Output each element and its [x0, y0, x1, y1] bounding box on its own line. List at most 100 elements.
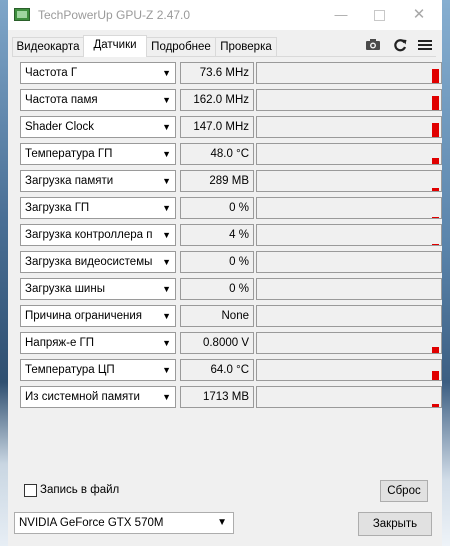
sensor-row: Температура ГП ▼ 48.0 °C [20, 143, 442, 165]
sensor-row: Частота памя ▼ 162.0 MHz [20, 89, 442, 111]
sensor-graph [256, 62, 442, 84]
sensor-graph-bar [432, 371, 439, 380]
chevron-down-icon: ▼ [162, 338, 171, 348]
close-button[interactable]: Закрыть [358, 512, 432, 536]
sensor-name-dropdown[interactable]: Загрузка видеосистемы ▼ [20, 251, 176, 273]
chevron-down-icon: ▼ [162, 284, 171, 294]
sensor-name-label: Из системной памяти [25, 391, 140, 403]
sensor-row: Загрузка видеосистемы ▼ 0 % [20, 251, 442, 273]
sensor-name-label: Причина ограничения [25, 310, 142, 322]
chevron-down-icon: ▼ [162, 311, 171, 321]
gpuz-app-icon [14, 8, 30, 21]
tab-advanced[interactable]: Подробнее [146, 37, 216, 56]
sensor-row: Загрузка памяти ▼ 289 MB [20, 170, 442, 192]
reset-button[interactable]: Сброс [380, 480, 428, 502]
desktop-wallpaper-right [442, 0, 450, 546]
tab-validation[interactable]: Проверка [215, 37, 277, 56]
sensor-value: 147.0 MHz [180, 116, 254, 138]
sensor-value: 162.0 MHz [180, 89, 254, 111]
close-window-button[interactable]: ✕ [404, 4, 434, 26]
sensor-row: Shader Clock ▼ 147.0 MHz [20, 116, 442, 138]
sensor-name-dropdown[interactable]: Из системной памяти ▼ [20, 386, 176, 408]
sensor-graph-bar [432, 123, 439, 137]
sensor-name-label: Загрузка ГП [25, 202, 90, 214]
chevron-down-icon: ▼ [162, 122, 171, 132]
sensor-graph-bar [432, 217, 439, 218]
log-to-file-checkbox[interactable] [24, 484, 37, 497]
sensor-name-dropdown[interactable]: Частота Г ▼ [20, 62, 176, 84]
sensor-row: Загрузка шины ▼ 0 % [20, 278, 442, 300]
sensor-row: Частота Г ▼ 73.6 MHz [20, 62, 442, 84]
sensor-name-dropdown[interactable]: Загрузка памяти ▼ [20, 170, 176, 192]
sensor-graph [256, 170, 442, 192]
sensor-graph-bar [432, 188, 439, 191]
chevron-down-icon: ▼ [162, 230, 171, 240]
sensor-name-label: Напряж-е ГП [25, 337, 95, 349]
gpu-select[interactable]: NVIDIA GeForce GTX 570M ▼ [14, 512, 234, 534]
sensor-name-dropdown[interactable]: Причина ограничения ▼ [20, 305, 176, 327]
sensor-name-dropdown[interactable]: Загрузка контроллера пам. ▼ [20, 224, 176, 246]
sensor-name-dropdown[interactable]: Загрузка ГП ▼ [20, 197, 176, 219]
sensor-value: 4 % [180, 224, 254, 246]
gpuz-window: TechPowerUp GPU-Z 2.47.0 — ✕ Видеокарта … [8, 0, 442, 546]
maximize-icon [373, 10, 385, 22]
chevron-down-icon: ▼ [217, 517, 227, 528]
chevron-down-icon: ▼ [162, 149, 171, 159]
sensor-graph [256, 143, 442, 165]
sensor-row: Загрузка ГП ▼ 0 % [20, 197, 442, 219]
sensor-graph [256, 224, 442, 246]
sensor-value: 289 MB [180, 170, 254, 192]
desktop-wallpaper-left [0, 0, 8, 546]
sensor-value: 0.8000 V [180, 332, 254, 354]
log-to-file-label: Запись в файл [40, 484, 120, 496]
chevron-down-icon: ▼ [162, 365, 171, 375]
sensor-name-dropdown[interactable]: Температура ЦП ▼ [20, 359, 176, 381]
camera-icon[interactable] [364, 36, 382, 54]
sensor-name-label: Shader Clock [25, 121, 95, 133]
sensor-row: Из системной памяти ▼ 1713 MB [20, 386, 442, 408]
chevron-down-icon: ▼ [162, 95, 171, 105]
menu-icon[interactable] [416, 36, 434, 54]
tab-underline [12, 56, 436, 57]
sensor-value: 48.0 °C [180, 143, 254, 165]
sensor-graph-bar [432, 69, 439, 83]
tab-graphics-card[interactable]: Видеокарта [12, 37, 84, 56]
minimize-button[interactable]: — [326, 4, 356, 26]
sensor-name-dropdown[interactable]: Напряж-е ГП ▼ [20, 332, 176, 354]
sensor-name-dropdown[interactable]: Загрузка шины ▼ [20, 278, 176, 300]
sensor-value: 73.6 MHz [180, 62, 254, 84]
sensor-name-dropdown[interactable]: Shader Clock ▼ [20, 116, 176, 138]
bottom-bar: Запись в файл Сброс NVIDIA GeForce GTX 5… [8, 478, 442, 546]
sensor-graph [256, 305, 442, 327]
sensor-name-label: Температура ЦП [25, 364, 115, 376]
sensor-name-label: Загрузка контроллера пам. [25, 229, 153, 241]
sensor-graph [256, 89, 442, 111]
refresh-icon[interactable] [391, 36, 409, 54]
sensor-graph [256, 332, 442, 354]
sensor-row: Причина ограничения ▼ None [20, 305, 442, 327]
sensor-graph-bar [432, 96, 439, 110]
sensor-value: 0 % [180, 197, 254, 219]
sensor-name-label: Частота Г [25, 67, 78, 79]
sensor-name-dropdown[interactable]: Частота памя ▼ [20, 89, 176, 111]
tab-sensors[interactable]: Датчики [83, 35, 147, 57]
chevron-down-icon: ▼ [162, 68, 171, 78]
sensor-row: Температура ЦП ▼ 64.0 °C [20, 359, 442, 381]
sensor-value: None [180, 305, 254, 327]
sensor-name-label: Загрузка видеосистемы [25, 256, 153, 268]
sensor-graph [256, 251, 442, 273]
sensor-value: 64.0 °C [180, 359, 254, 381]
chevron-down-icon: ▼ [162, 257, 171, 267]
maximize-button[interactable] [364, 4, 394, 26]
sensor-row: Напряж-е ГП ▼ 0.8000 V [20, 332, 442, 354]
sensor-graph [256, 116, 442, 138]
sensor-graph [256, 278, 442, 300]
sensor-name-label: Загрузка памяти [25, 175, 114, 187]
sensor-graph-bar [432, 158, 439, 164]
sensor-value: 1713 MB [180, 386, 254, 408]
title-bar[interactable]: TechPowerUp GPU-Z 2.47.0 — ✕ [8, 0, 442, 30]
sensor-name-label: Частота памя [25, 94, 98, 106]
sensor-graph [256, 359, 442, 381]
sensor-row: Загрузка контроллера пам. ▼ 4 % [20, 224, 442, 246]
sensor-name-dropdown[interactable]: Температура ГП ▼ [20, 143, 176, 165]
